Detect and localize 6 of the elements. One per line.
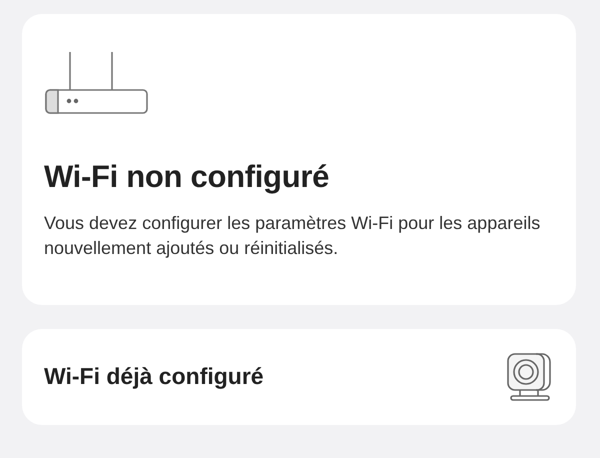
card-background[interactable]: Wi-Fi déjà configuré: [22, 329, 576, 426]
card-title: Wi-Fi déjà configuré: [44, 363, 264, 391]
camera-icon: [506, 352, 552, 402]
card-background[interactable]: Wi-Fi non configuré Vous devez configurer les paramètres Wi-Fi pour les appareils nouvellement ajoutés ou réinitialisés.: [22, 14, 576, 306]
card-title: Wi-Fi non configuré: [44, 158, 330, 196]
card-description: Vous devez configurer les paramètres Wi-Fi pour les appareils nouvellement ajoutés ou réinitialisés.: [44, 212, 542, 260]
